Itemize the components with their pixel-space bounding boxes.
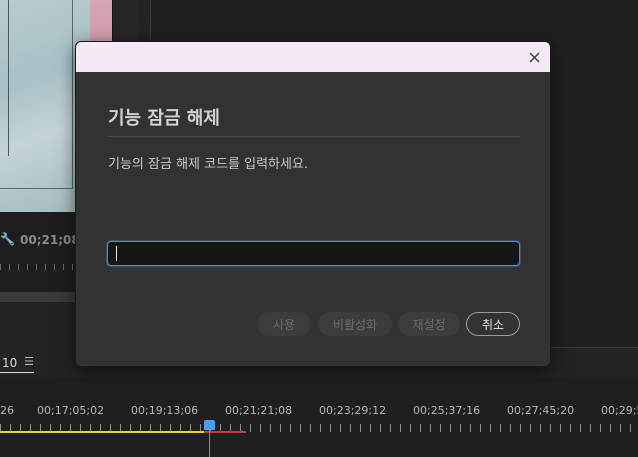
preview-frame-outline [0, 0, 73, 189]
text-caret [116, 246, 117, 261]
render-bar [204, 431, 246, 433]
use-button[interactable]: 사용 [257, 312, 311, 336]
ruler-label: 00;21;21;08 [225, 404, 293, 417]
unlock-feature-dialog: 기능 잠금 해제 기능의 잠금 해제 코드를 입력하세요. 사용 비활성화 재설… [75, 41, 551, 367]
cancel-button[interactable]: 취소 [466, 312, 520, 336]
dialog-description: 기능의 잠금 해제 코드를 입력하세요. [108, 157, 309, 172]
wrench-icon[interactable]: 🔧 [0, 232, 15, 246]
deactivate-button[interactable]: 비활성화 [318, 312, 392, 336]
unlock-code-input[interactable] [107, 241, 520, 266]
title-divider [108, 136, 520, 137]
playhead-handle[interactable] [204, 420, 215, 430]
ruler-label: 00;17;05;02 [37, 404, 105, 417]
preview-frame-inner [0, 0, 9, 156]
close-button[interactable] [522, 45, 546, 69]
playhead-line[interactable] [209, 430, 210, 457]
close-icon [529, 52, 539, 62]
ruler-label: 00;27;45;20 [507, 404, 575, 417]
sequence-tab[interactable]: 10 ☰ [0, 354, 34, 373]
timeline-ruler[interactable]: 26 00;17;05;02 00;19;13;06 00;21;21;08 0… [0, 404, 638, 418]
dialog-title: 기능 잠금 해제 [108, 108, 220, 129]
hamburger-menu-icon[interactable]: ☰ [24, 355, 34, 368]
ruler-label: 00;25;37;16 [413, 404, 481, 417]
sequence-tab-label: 10 [2, 356, 18, 370]
dialog-titlebar[interactable] [76, 42, 550, 72]
ruler-label: 00;29;5 [601, 404, 638, 417]
panel-border [550, 347, 638, 348]
ruler-label: 26 [0, 404, 14, 417]
source-timecode[interactable]: 00;21;08 [20, 233, 80, 247]
reset-button[interactable]: 재설정 [398, 312, 460, 336]
ruler-label: 00;19;13;06 [131, 404, 199, 417]
ruler-label: 00;23;29;12 [319, 404, 387, 417]
